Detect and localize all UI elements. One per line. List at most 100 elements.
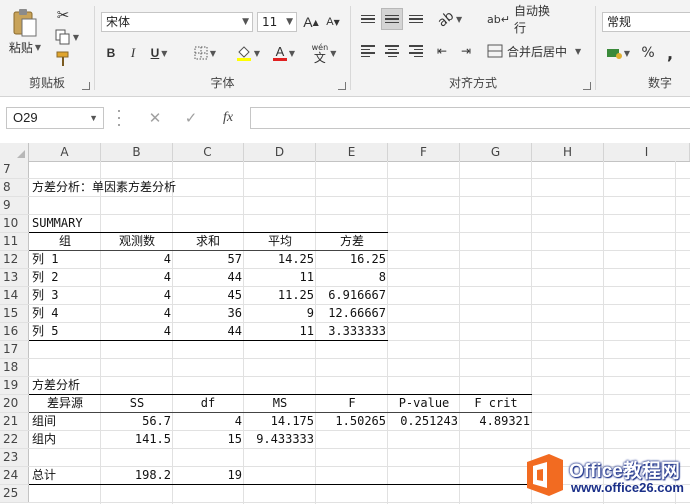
wrap-text-button[interactable]: ab↵ 自动换行: [487, 4, 559, 35]
row-header-21[interactable]: 21: [0, 413, 29, 430]
align-right-button[interactable]: [405, 40, 427, 62]
comma-style-button[interactable]: ,: [660, 42, 680, 64]
column-header-c[interactable]: C: [172, 143, 244, 161]
shrink-font-button[interactable]: A ▼: [323, 11, 343, 33]
italic-button[interactable]: I: [123, 42, 143, 64]
cell-g20[interactable]: F crit: [460, 395, 532, 412]
format-painter-button[interactable]: [52, 48, 74, 70]
number-format-select[interactable]: 常规: [602, 12, 690, 32]
formula-bar-grip[interactable]: [117, 110, 121, 126]
cell-e11[interactable]: 方差: [316, 233, 388, 250]
cell-c12[interactable]: 57: [172, 251, 244, 268]
row-header-22[interactable]: 22: [0, 431, 29, 448]
font-color-button[interactable]: A ▼: [269, 42, 299, 64]
clipboard-launcher-icon[interactable]: [82, 82, 90, 90]
row-header-15[interactable]: 15: [0, 305, 29, 322]
row-header-25[interactable]: 25: [0, 485, 29, 502]
cell-d16[interactable]: 11: [244, 323, 316, 340]
cell-c22[interactable]: 15: [172, 431, 244, 448]
accounting-format-button[interactable]: ▼: [602, 42, 634, 64]
cell-g21[interactable]: 4.89321: [460, 413, 532, 430]
orientation-button[interactable]: ab ▼: [435, 8, 465, 30]
alignment-launcher-icon[interactable]: [583, 82, 591, 90]
font-name-select[interactable]: 宋体 ▼: [101, 12, 253, 32]
column-header-g[interactable]: G: [460, 143, 532, 161]
cell-b16[interactable]: 4: [101, 323, 173, 340]
row-header-17[interactable]: 17: [0, 341, 29, 358]
align-center-button[interactable]: [381, 40, 403, 62]
fill-color-button[interactable]: ▼: [231, 42, 265, 64]
align-middle-button[interactable]: [381, 8, 403, 30]
cell-a13[interactable]: 列 2: [29, 269, 101, 286]
cell-d15[interactable]: 9: [244, 305, 316, 322]
formula-input[interactable]: [250, 107, 690, 129]
paste-button[interactable]: 粘贴 ▼: [6, 4, 44, 60]
row-header-7[interactable]: 7: [0, 161, 29, 178]
cell-a14[interactable]: 列 3: [29, 287, 101, 304]
cancel-button[interactable]: ✕: [142, 107, 168, 129]
cell-a22[interactable]: 组内: [29, 431, 101, 448]
cell-b12[interactable]: 4: [101, 251, 173, 268]
row-header-8[interactable]: 8: [0, 179, 29, 196]
font-size-select[interactable]: 11 ▼: [257, 12, 297, 32]
column-header-h[interactable]: H: [532, 143, 604, 161]
row-header-19[interactable]: 19: [0, 377, 29, 394]
cell-a19[interactable]: 方差分析: [29, 377, 101, 394]
cell-a8[interactable]: 方差分析：单因素方差分析: [29, 179, 176, 196]
cell-d13[interactable]: 11: [244, 269, 316, 286]
row-header-20[interactable]: 20: [0, 395, 29, 412]
phonetic-button[interactable]: wén 文 ▼: [307, 40, 341, 66]
cut-button[interactable]: ✂: [52, 4, 74, 26]
cell-f20[interactable]: P-value: [388, 395, 460, 412]
column-header-e[interactable]: E: [316, 143, 388, 161]
align-left-button[interactable]: [357, 40, 379, 62]
row-header-16[interactable]: 16: [0, 323, 29, 340]
row-header-11[interactable]: 11: [0, 233, 29, 250]
cell-f21[interactable]: 0.251243: [388, 413, 460, 430]
cell-b14[interactable]: 4: [101, 287, 173, 304]
cell-a21[interactable]: 组间: [29, 413, 101, 430]
column-header-f[interactable]: F: [388, 143, 460, 161]
cell-b15[interactable]: 4: [101, 305, 173, 322]
underline-button[interactable]: U ▼: [145, 42, 173, 64]
row-header-10[interactable]: 10: [0, 215, 29, 232]
cell-e21[interactable]: 1.50265: [316, 413, 388, 430]
copy-button[interactable]: ▼: [52, 26, 82, 48]
merge-center-button[interactable]: 合并后居中 ▼: [487, 40, 587, 62]
cell-a10[interactable]: SUMMARY: [29, 215, 101, 232]
cell-e12[interactable]: 16.25: [316, 251, 388, 268]
cell-a24[interactable]: 总计: [29, 467, 101, 484]
row-header-12[interactable]: 12: [0, 251, 29, 268]
cell-b11[interactable]: 观测数: [101, 233, 173, 250]
name-box[interactable]: O29 ▼: [6, 107, 104, 129]
cell-d14[interactable]: 11.25: [244, 287, 316, 304]
column-header-d[interactable]: D: [244, 143, 316, 161]
column-header-i[interactable]: I: [604, 143, 690, 161]
cell-e14[interactable]: 6.916667: [316, 287, 388, 304]
borders-button[interactable]: ▼: [189, 42, 221, 64]
cell-d20[interactable]: MS: [244, 395, 316, 412]
select-all-button[interactable]: [0, 143, 29, 161]
cell-a20[interactable]: 差异源: [29, 395, 101, 412]
cell-d21[interactable]: 14.175: [244, 413, 316, 430]
cell-b24[interactable]: 198.2: [101, 467, 173, 484]
row-header-14[interactable]: 14: [0, 287, 29, 304]
cell-d11[interactable]: 平均: [244, 233, 316, 250]
cell-c20[interactable]: df: [172, 395, 244, 412]
cell-c11[interactable]: 求和: [172, 233, 244, 250]
cell-c16[interactable]: 44: [172, 323, 244, 340]
enter-button[interactable]: ✓: [178, 107, 204, 129]
decrease-indent-button[interactable]: ⇤: [431, 40, 453, 62]
cell-e13[interactable]: 8: [316, 269, 388, 286]
cell-e15[interactable]: 12.66667: [316, 305, 388, 322]
cell-b21[interactable]: 56.7: [101, 413, 173, 430]
cell-e16[interactable]: 3.333333: [316, 323, 388, 340]
font-launcher-icon[interactable]: [338, 82, 346, 90]
grow-font-button[interactable]: A ▲: [301, 11, 321, 33]
cell-a12[interactable]: 列 1: [29, 251, 101, 268]
row-header-24[interactable]: 24: [0, 467, 29, 484]
cell-c14[interactable]: 45: [172, 287, 244, 304]
row-header-18[interactable]: 18: [0, 359, 29, 376]
bold-button[interactable]: B: [101, 42, 121, 64]
cell-a15[interactable]: 列 4: [29, 305, 101, 322]
